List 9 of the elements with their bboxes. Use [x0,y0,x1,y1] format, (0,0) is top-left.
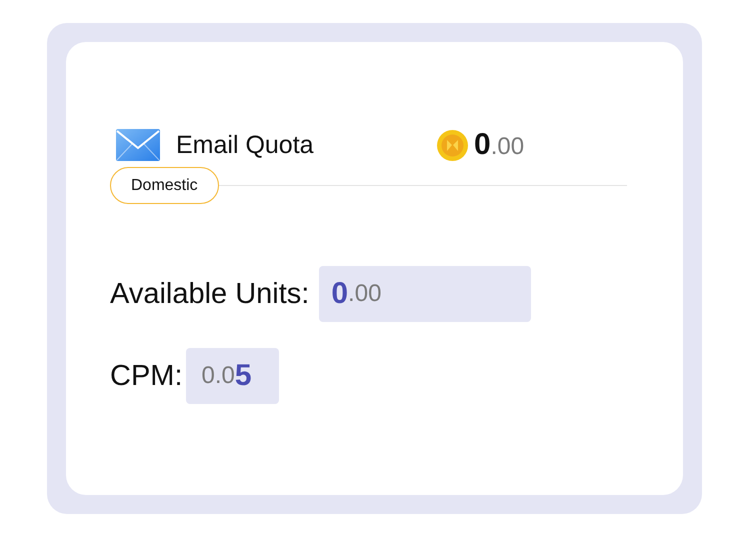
coin-icon [437,130,468,160]
value-field: 0.00 [319,266,532,322]
envelope-icon [116,129,160,161]
field-label: Available Units: [110,278,310,310]
quota-title: Email Quota [176,130,315,160]
balance-value: 0.00 [474,128,524,162]
region-tag: Domestic [110,167,219,204]
field-label: CPM: [110,360,182,392]
value-field: 0.05 [186,348,278,404]
